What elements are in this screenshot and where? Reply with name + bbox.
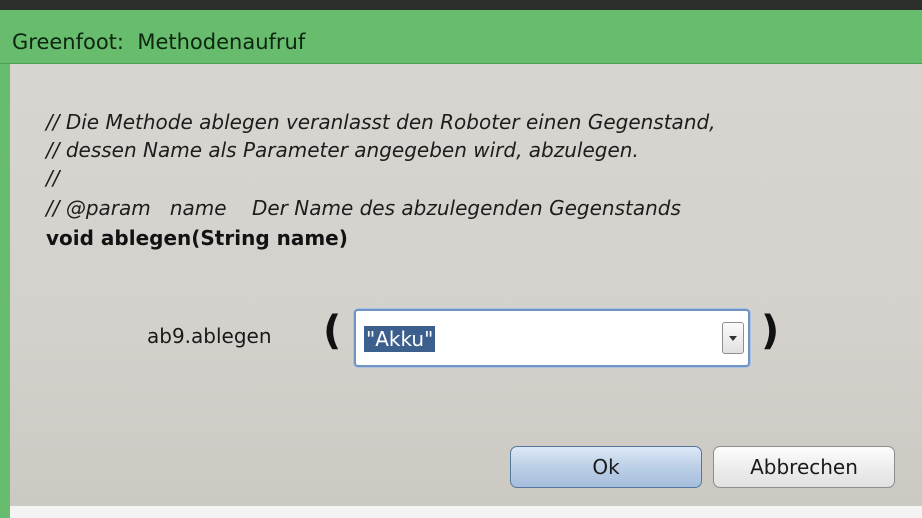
argument-value[interactable]: "Akku" <box>364 326 436 352</box>
chevron-down-icon <box>729 336 737 341</box>
window-titlebar[interactable]: Greenfoot: Methodenaufruf <box>0 10 922 64</box>
dropdown-button[interactable] <box>722 322 744 354</box>
open-parenthesis: ( <box>323 308 342 354</box>
argument-combobox[interactable]: "Akku" <box>354 309 750 367</box>
method-comment-line: // <box>46 166 60 190</box>
ok-button[interactable]: Ok <box>510 446 702 488</box>
method-comment-line: // dessen Name als Parameter angegeben w… <box>46 138 639 162</box>
method-comment-line: // Die Methode ablegen veranlasst den Ro… <box>46 110 716 134</box>
cancel-button[interactable]: Abbrechen <box>713 446 895 488</box>
window-bottom-edge <box>10 506 922 518</box>
window-frame-left <box>0 64 10 518</box>
window-title: Greenfoot: Methodenaufruf <box>12 30 306 54</box>
method-signature: void ablegen(String name) <box>46 226 348 250</box>
method-call-label: ab9.ablegen <box>147 324 272 348</box>
method-comment-line: // @param name Der Name des abzulegenden… <box>46 196 681 220</box>
desktop-top-strip <box>0 0 922 10</box>
close-parenthesis: ) <box>761 308 780 354</box>
